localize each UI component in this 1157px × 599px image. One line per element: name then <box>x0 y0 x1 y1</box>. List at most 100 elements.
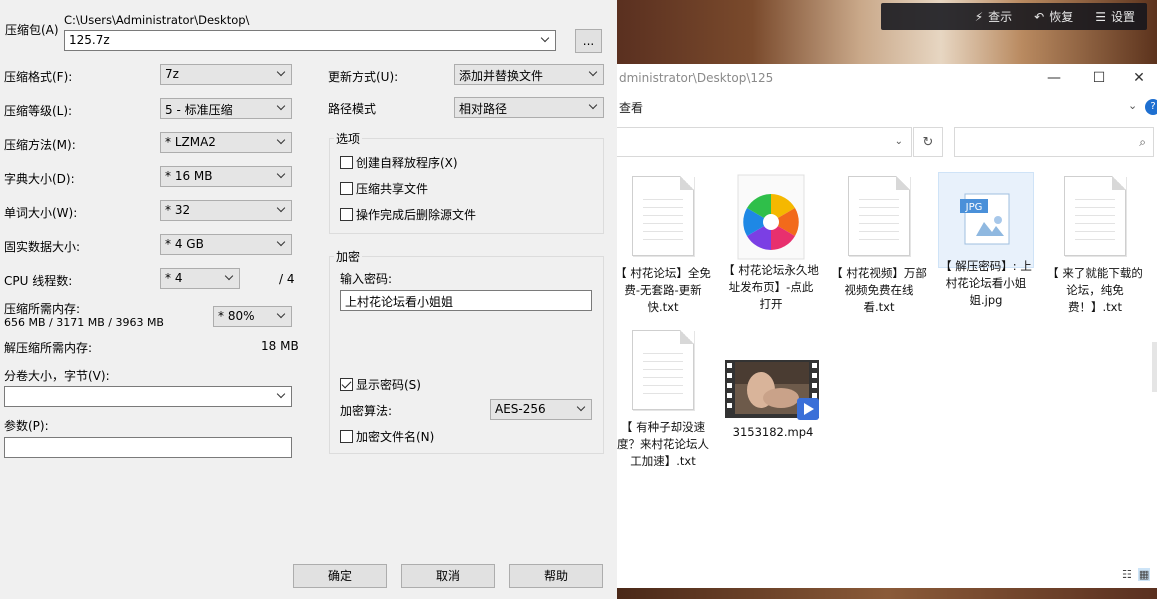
settings-button[interactable]: ☰ 设置 <box>1095 8 1135 25</box>
method-label: 压缩方法(M): <box>4 138 76 152</box>
ok-button[interactable]: 确定 <box>293 564 387 588</box>
minimize-icon: — <box>1047 70 1061 86</box>
desktop-wallpaper-bottom <box>617 588 1157 599</box>
file-item[interactable]: 【 有种子却没速度？来村花论坛人工加速】.txt <box>615 330 711 470</box>
dict-size-select[interactable]: * 16 MB <box>160 166 292 187</box>
encryption-group-title: 加密 <box>334 248 363 265</box>
chevron-down-icon <box>277 69 286 78</box>
browse-button[interactable]: ... <box>575 29 602 53</box>
checkbox-box <box>340 156 353 169</box>
parameters-label: 参数(P): <box>4 419 49 433</box>
checkbox-box <box>340 182 353 195</box>
checkbox-box-checked <box>340 378 353 391</box>
explorer-title-path: dministrator\Desktop\125 <box>619 71 774 85</box>
help-icon[interactable]: ? <box>1145 99 1157 115</box>
text-file-icon <box>848 176 910 256</box>
address-bar[interactable]: ⌄ <box>617 127 912 157</box>
file-name: 【 来了就能下载的论坛，纯免费！】.txt <box>1047 266 1143 314</box>
ribbon-tab-view[interactable]: 查看 <box>619 99 643 116</box>
level-select[interactable]: 5 - 标准压缩 <box>160 98 292 119</box>
threads-label: CPU 线程数: <box>4 274 73 288</box>
decompress-memory-value: 18 MB <box>261 339 299 353</box>
chevron-down-icon <box>589 102 598 111</box>
file-explorer-window: dministrator\Desktop\125 — ☐ ✕ 查看 ⌄ ? ⌄ … <box>615 64 1157 588</box>
encryption-method-select[interactable]: AES-256 <box>490 399 592 420</box>
show-password-checkbox[interactable]: 显示密码(S) <box>340 376 421 393</box>
file-name: 【 解压密码】: 上村花论坛看小姐姐.jpg <box>940 259 1032 307</box>
encrypt-filenames-checkbox[interactable]: 加密文件名(N) <box>340 428 434 445</box>
jpg-file-icon: JPG <box>956 174 1016 258</box>
restore-button[interactable]: ↶ 恢复 <box>1034 8 1073 25</box>
cancel-button[interactable]: 取消 <box>401 564 495 588</box>
checkbox-box <box>340 430 353 443</box>
archive-path: C:\Users\Administrator\Desktop\ <box>64 13 250 27</box>
file-item[interactable]: 【 村花论坛】全免费-无套路-更新快.txt <box>615 176 711 316</box>
chevron-down-icon <box>277 205 286 214</box>
add-to-archive-dialog: 压缩包(A) C:\Users\Administrator\Desktop\ 1… <box>0 0 617 599</box>
method-select[interactable]: * LZMA2 <box>160 132 292 153</box>
delete-after-checkbox[interactable]: 操作完成后删除源文件 <box>340 206 476 223</box>
large-icons-view-icon[interactable]: ▦ <box>1137 568 1151 581</box>
view-mode-switcher: ☷ ▦ <box>1122 568 1151 581</box>
memory-detail: 656 MB / 3171 MB / 3963 MB <box>4 316 164 329</box>
close-icon: ✕ <box>1133 70 1145 86</box>
details-view-icon[interactable]: ☷ <box>1122 568 1132 581</box>
options-group-title: 选项 <box>334 130 363 147</box>
chevron-down-icon <box>277 103 286 112</box>
refresh-icon: ↻ <box>922 134 934 150</box>
video-file-icon <box>725 360 821 422</box>
update-mode-select[interactable]: 添加并替换文件 <box>454 64 604 85</box>
chevron-down-icon <box>277 171 286 180</box>
word-size-select[interactable]: * 32 <box>160 200 292 221</box>
compress-shared-checkbox[interactable]: 压缩共享文件 <box>340 180 428 197</box>
decompress-memory-label: 解压缩所需内存: <box>4 341 93 355</box>
create-sfx-checkbox[interactable]: 创建自释放程序(X) <box>340 154 458 171</box>
chevron-down-icon <box>541 35 550 44</box>
text-file-icon <box>632 176 694 256</box>
parameters-input[interactable] <box>4 437 292 458</box>
password-input[interactable]: 上村花论坛看小姐姐 <box>340 290 592 311</box>
ribbon-expand-chevron-icon[interactable]: ⌄ <box>1128 99 1137 112</box>
chevron-down-icon <box>277 311 286 320</box>
restore-toolbar: ⚡ 查示 ↶ 恢复 ☰ 设置 <box>881 3 1147 30</box>
file-name: 【 村花论坛永久地址发布页】-点此打开 <box>723 263 819 311</box>
chevron-down-icon <box>277 391 286 400</box>
memory-label: 压缩所需内存: <box>4 302 81 316</box>
address-dropdown-chevron-icon[interactable]: ⌄ <box>895 136 903 147</box>
search-input[interactable]: ⌕ <box>954 127 1154 157</box>
scrollbar[interactable] <box>1152 342 1157 392</box>
svg-text:JPG: JPG <box>965 202 983 213</box>
close-button[interactable]: ✕ <box>1121 64 1157 92</box>
file-item[interactable]: JPG 【 解压密码】: 上村花论坛看小姐姐.jpg <box>938 174 1034 309</box>
checkbox-box <box>340 208 353 221</box>
file-item[interactable]: 【 村花论坛永久地址发布页】-点此打开 <box>723 174 819 313</box>
split-size-combo[interactable] <box>4 386 292 407</box>
word-size-label: 单词大小(W): <box>4 206 78 220</box>
solid-size-select[interactable]: * 4 GB <box>160 234 292 255</box>
file-item[interactable]: 【 村花视频】万部视频免费在线看.txt <box>831 176 927 316</box>
file-item[interactable]: 【 来了就能下载的论坛，纯免费！】.txt <box>1047 176 1143 316</box>
refresh-button[interactable]: ↻ <box>913 127 943 157</box>
memory-usage-select[interactable]: * 80% <box>213 306 292 327</box>
view-button[interactable]: ⚡ 查示 <box>975 8 1012 25</box>
format-select[interactable]: 7z <box>160 64 292 85</box>
format-label: 压缩格式(F): <box>4 70 73 84</box>
minimize-button[interactable]: — <box>1031 64 1077 92</box>
archive-label: 压缩包(A) <box>5 23 59 37</box>
password-label: 输入密码: <box>340 272 393 286</box>
path-mode-select[interactable]: 相对路径 <box>454 97 604 118</box>
search-icon: ⌕ <box>1139 135 1146 149</box>
help-button[interactable]: 帮助 <box>509 564 603 588</box>
dict-size-label: 字典大小(D): <box>4 172 75 186</box>
threads-select[interactable]: * 4 <box>160 268 240 289</box>
list-icon: ☰ <box>1095 9 1106 24</box>
file-name: 【 村花论坛】全免费-无套路-更新快.txt <box>615 266 711 314</box>
explorer-titlebar: dministrator\Desktop\125 — ☐ ✕ <box>617 64 1157 94</box>
file-name: 【 有种子却没速度？来村花论坛人工加速】.txt <box>617 420 709 468</box>
archive-name-combo[interactable]: 125.7z <box>64 30 556 51</box>
maximize-button[interactable]: ☐ <box>1076 64 1122 92</box>
update-mode-label: 更新方式(U): <box>328 70 399 84</box>
chevron-down-icon <box>225 273 234 282</box>
file-item[interactable]: 3153182.mp4 <box>725 360 821 441</box>
chevron-down-icon <box>277 239 286 248</box>
